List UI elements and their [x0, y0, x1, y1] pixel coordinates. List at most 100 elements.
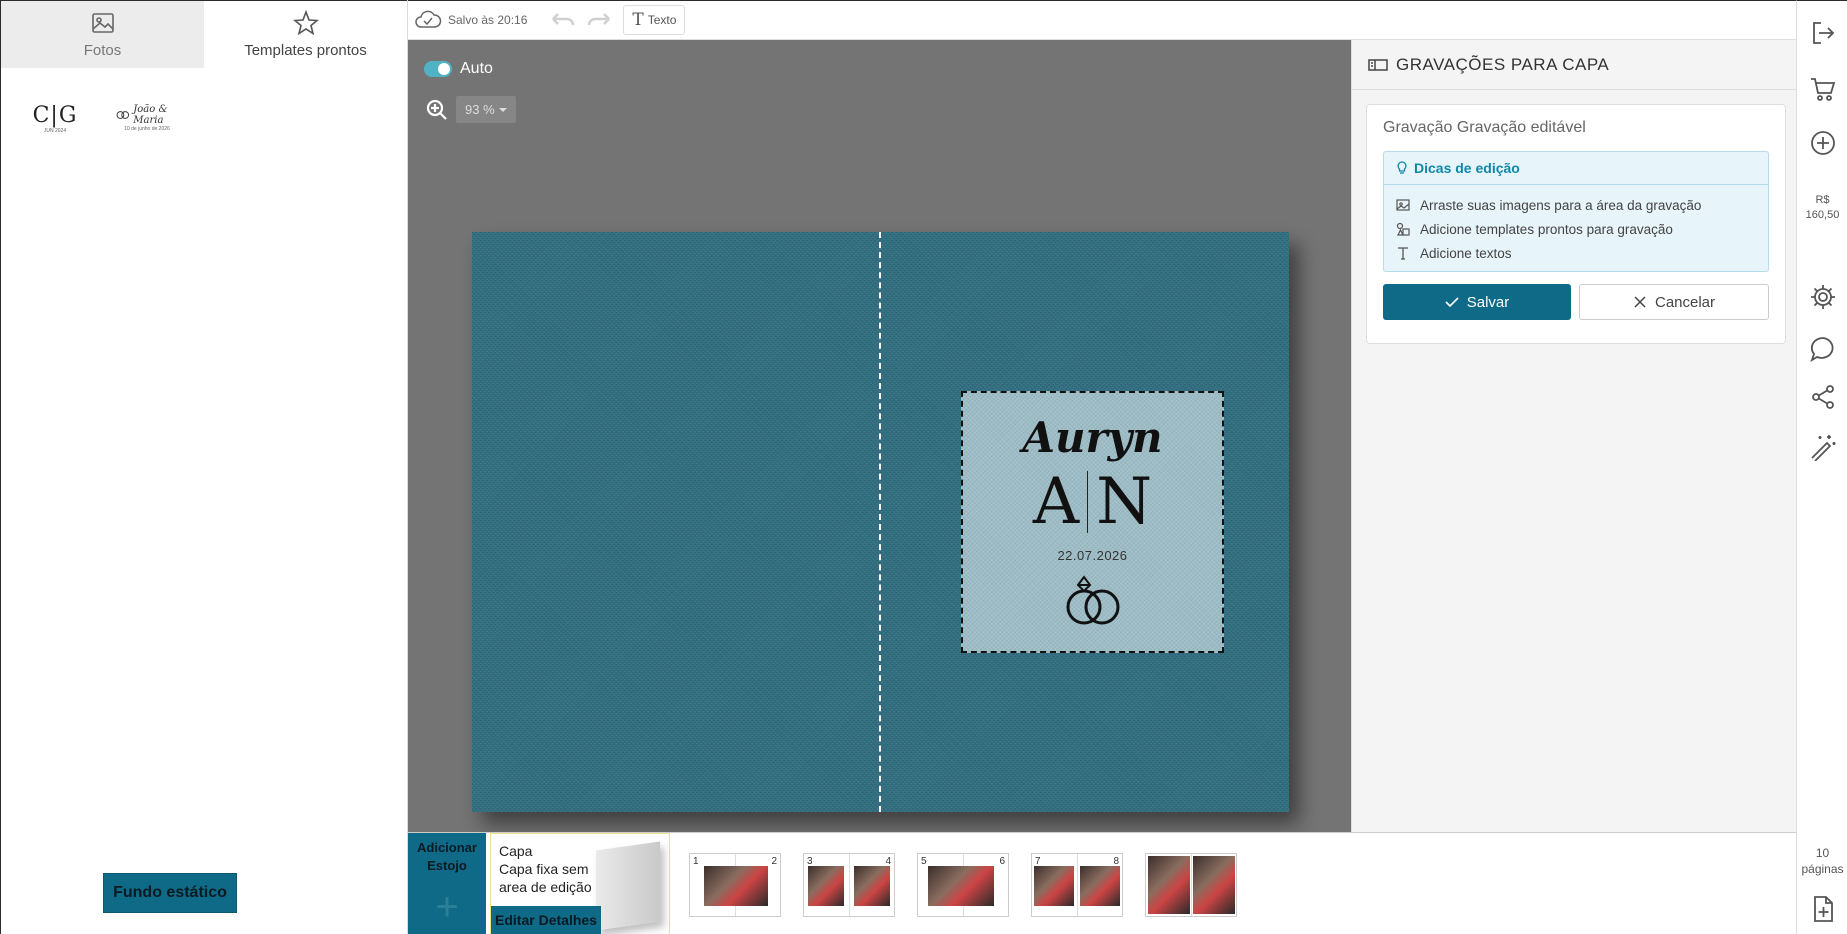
spread-photo [808, 866, 844, 906]
canvas-area: Auto 93 % Auryn A N 22.07.2026 [408, 40, 1351, 832]
engraving-rings[interactable] [1058, 569, 1128, 634]
template-list: C|G JUN 2024 João & Maria 10 de junho de… [1, 68, 407, 168]
chat-button[interactable] [1809, 335, 1837, 363]
spread-photo [854, 866, 890, 906]
lightbulb-icon [1397, 161, 1407, 174]
check-icon [1445, 297, 1459, 308]
page-spread-9-10[interactable]: 9 10 [1145, 853, 1237, 917]
tips-header: Dicas de edição [1384, 152, 1768, 185]
engraving-date[interactable]: 22.07.2026 [1057, 548, 1127, 563]
magic-button[interactable] [1809, 433, 1837, 462]
zoom-in-icon[interactable] [426, 99, 448, 121]
cover-fold-line [879, 232, 881, 812]
page-number: 1 [693, 856, 699, 867]
page-spread-3-4[interactable]: 3 4 [803, 853, 895, 917]
add-case-button[interactable]: Adicionar Estojo + [408, 833, 486, 934]
price-value: 160,50 [1805, 208, 1840, 221]
exit-button[interactable] [1809, 19, 1837, 47]
engraving-initial-right: N [1096, 465, 1153, 539]
image-icon [1396, 199, 1410, 211]
tab-fotos[interactable]: Fotos [1, 1, 204, 68]
text-tool-button[interactable]: T Texto [623, 5, 686, 35]
save-status: Salvo às 20:16 [414, 9, 527, 31]
engraving-panel-title: GRAVAÇÕES PARA CAPA [1396, 54, 1610, 74]
cover-subtitle-1: Capa fixa sem [499, 861, 589, 878]
plus-icon: + [435, 885, 459, 930]
right-sidebar: R$ 160,50 10 páginas [1796, 0, 1847, 934]
page-count-label: páginas [1801, 861, 1844, 876]
tip-item: Adicione textos [1396, 241, 1756, 265]
page-spread-5-6[interactable]: 5 6 [917, 853, 1009, 917]
spread-photo [928, 866, 994, 906]
star-icon [292, 10, 319, 36]
spread-photo [704, 866, 768, 906]
text-icon: T [632, 10, 644, 30]
cancel-button[interactable]: Cancelar [1579, 284, 1769, 320]
cover-book-thumbnail [596, 841, 660, 931]
tips-list: Arraste suas imagens para a área da grav… [1384, 185, 1768, 271]
edit-details-button[interactable]: Editar Detalhes [491, 906, 601, 934]
cart-icon [1811, 78, 1836, 101]
engraving-monogram[interactable]: A N [1033, 470, 1152, 534]
add-button[interactable] [1809, 129, 1837, 157]
page-spread-7-8[interactable]: 7 8 [1031, 853, 1123, 917]
cover-card[interactable]: Capa Capa fixa sem area de edição Editar… [490, 833, 670, 934]
tip-text: Adicione templates prontos para gravação [1420, 221, 1673, 237]
save-button[interactable]: Salvar [1383, 284, 1571, 320]
close-icon [1634, 296, 1646, 308]
left-panel: Fotos Templates prontos C|G JUN 2024 Joã… [0, 0, 408, 934]
spread-fold [1077, 854, 1078, 916]
tab-templates-prontos[interactable]: Templates prontos [204, 1, 407, 68]
spread-fold [849, 854, 850, 916]
page-spread-1-2[interactable]: 1 2 [689, 853, 781, 917]
zoom-select[interactable]: 93 % [456, 96, 516, 123]
price-currency: R$ [1815, 194, 1830, 206]
engraving-area[interactable]: Auryn A N 22.07.2026 [961, 391, 1224, 653]
monogram-divider [1087, 471, 1089, 533]
price-display: R$ 160,50 [1797, 193, 1847, 223]
engraving-card-title: Gravação Gravação editável [1383, 119, 1586, 136]
redo-icon[interactable] [585, 10, 613, 30]
undo-redo-group [549, 10, 613, 30]
engraving-name[interactable]: Auryn [1022, 413, 1162, 462]
chat-icon [1810, 337, 1834, 363]
add-case-label-1: Adicionar [417, 840, 477, 855]
cart-button[interactable] [1809, 75, 1837, 103]
template-rings-names: João & Maria [133, 104, 168, 126]
add-page-button[interactable] [1809, 895, 1837, 923]
tip-item: Adicione templates prontos para gravação [1396, 217, 1756, 241]
share-icon [1812, 385, 1834, 409]
shapes-icon [1396, 222, 1410, 236]
cloud-check-icon [415, 10, 442, 28]
undo-icon[interactable] [549, 10, 577, 30]
engraving-actions: Salvar Cancelar [1383, 284, 1769, 320]
text-tool-label: Texto [647, 13, 677, 27]
share-button[interactable] [1809, 383, 1837, 411]
template-item-monogram[interactable]: C|G JUN 2024 [23, 98, 87, 138]
spread-photo [1080, 866, 1120, 906]
save-label: Salvar [1466, 293, 1510, 311]
page-number: 2 [771, 856, 777, 867]
page-number: 6 [999, 856, 1005, 867]
left-tabs: Fotos Templates prontos [1, 0, 407, 68]
engraving-panel: GRAVAÇÕES PARA CAPA Gravação Gravação ed… [1351, 40, 1796, 832]
page-count-number: 10 [1815, 846, 1830, 860]
image-icon [91, 13, 114, 33]
tips-title: Dicas de edição [1414, 160, 1520, 176]
auto-switch[interactable] [424, 61, 452, 77]
auto-label: Auto [460, 60, 493, 77]
tip-text: Arraste suas imagens para a área da grav… [1420, 197, 1702, 213]
template-item-rings[interactable]: João & Maria 10 de junho de 2026 [115, 98, 179, 138]
zoom-value: 93 % [465, 102, 495, 117]
logout-icon [1813, 22, 1835, 44]
template-rings-script: João & Maria [115, 104, 179, 126]
book-cover[interactable]: Auryn A N 22.07.2026 [472, 232, 1289, 812]
engraving-icon [1368, 58, 1388, 71]
save-status-text: Salvo às 20:16 [448, 13, 528, 27]
cover-title: Capa [499, 843, 533, 859]
static-background-button[interactable]: Fundo estático [103, 873, 237, 913]
settings-button[interactable] [1809, 283, 1837, 311]
magic-wand-icon [1811, 435, 1836, 462]
wedding-rings-icon [1066, 575, 1119, 625]
auto-toggle[interactable]: Auto [424, 60, 493, 78]
